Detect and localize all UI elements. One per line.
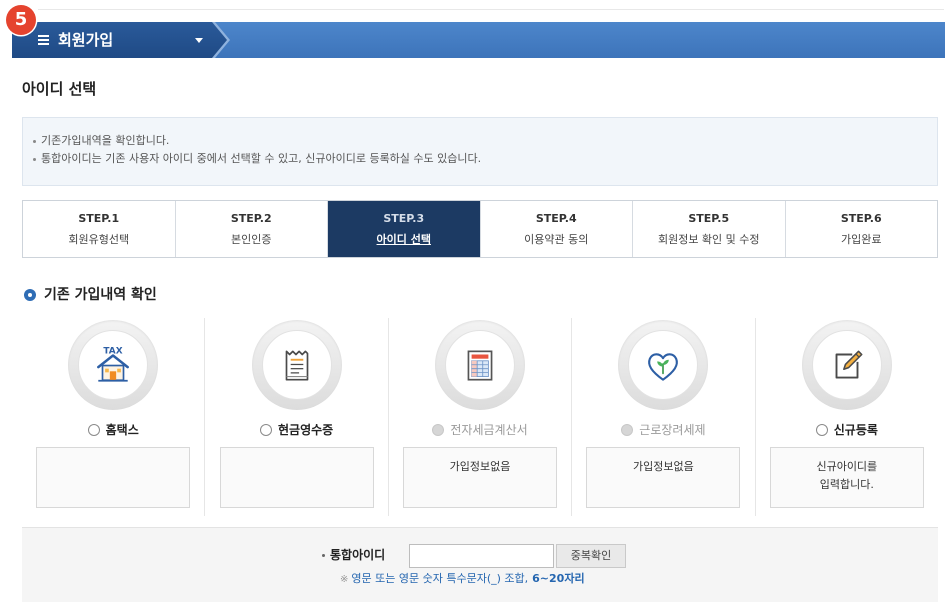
service-option-new-registration[interactable]: 신규등록 [756, 422, 938, 438]
section-bullet-icon [24, 289, 36, 301]
integrated-id-form: 통합아이디 중복확인 ※ 영문 또는 영문 숫자 특수문자(_) 조합, 6~20자… [22, 527, 938, 602]
service-icon-ring [435, 320, 526, 410]
step-2: STEP.2 본인인증 [174, 201, 328, 257]
join-history-text: 입력합니다. [819, 478, 874, 491]
step-number: STEP.6 [840, 212, 882, 225]
menu-header-bar: 회원가입 [12, 22, 945, 58]
service-option-cash-receipt[interactable]: 현금영수증 [205, 422, 387, 438]
join-history-box: 신규아이디를 입력합니다. [769, 447, 924, 508]
service-name[interactable]: 홈택스 [106, 422, 139, 438]
section-title: 기존 가입내역 확인 [44, 287, 157, 303]
join-history-box [219, 447, 374, 508]
header-title[interactable]: 회원가입 [58, 22, 113, 58]
step-6: STEP.6 가입완료 [784, 201, 938, 257]
receipt-icon [285, 350, 308, 381]
step-label: 본인인증 [231, 233, 272, 246]
step-5: STEP.5 회원정보 확인 및 수정 [632, 201, 785, 257]
integrated-id-input[interactable] [409, 544, 554, 568]
join-history-text: 신규아이디를 [816, 460, 878, 473]
join-history-box [36, 447, 191, 508]
note-mark: ※ [340, 574, 349, 585]
step-number: STEP.4 [535, 212, 577, 225]
step-4: STEP.4 이용약관 동의 [479, 201, 633, 257]
radio-new-registration[interactable] [815, 424, 828, 436]
note-text: 영문 또는 영문 숫자 특수문자(_) 조합, [351, 572, 529, 585]
id-rule-note: ※ 영문 또는 영문 숫자 특수문자(_) 조합, 6~20자리 [340, 572, 585, 587]
service-name[interactable]: 현금영수증 [278, 422, 333, 438]
tax-invoice-icon [467, 350, 493, 381]
service-icon-circle [628, 330, 699, 400]
service-option-earned-income-credit: 근로장려세제 [572, 422, 754, 438]
step-number: STEP.2 [230, 212, 272, 225]
service-icon-circle [811, 330, 882, 400]
integrated-id-label: 통합아이디 [322, 547, 385, 563]
service-name: 전자세금계산서 [450, 423, 528, 437]
service-icon-ring [801, 320, 892, 410]
join-history-text: 가입정보없음 [449, 460, 511, 473]
service-hometax: TAX 홈택스 [22, 318, 204, 516]
join-history-list: TAX 홈택스 현금영수증 전자세금계산서 가입정보없음 근로장려세제 가입정보… [22, 318, 938, 516]
service-icon-circle: TAX [78, 330, 149, 400]
step-label: 이용약관 동의 [524, 233, 589, 246]
service-name[interactable]: 신규등록 [834, 422, 878, 438]
signup-steps: STEP.1 회원유형선택 STEP.2 본인인증 STEP.3 아이디 선택 … [22, 200, 938, 258]
step-number-badge: 5 [6, 5, 36, 35]
step-3: STEP.3 아이디 선택 [327, 201, 480, 257]
signup-menu-tab[interactable]: 회원가입 [12, 22, 227, 58]
service-option-hometax[interactable]: 홈택스 [22, 422, 204, 438]
step-number: STEP.5 [688, 212, 730, 225]
join-history-box: 가입정보없음 [586, 447, 741, 508]
service-icon-circle [445, 330, 516, 400]
radio-hometax[interactable] [87, 424, 100, 436]
note-length-rule: 6~20자리 [532, 572, 585, 585]
house-tax-icon: TAX [97, 346, 130, 382]
service-cash-receipt: 현금영수증 [204, 318, 387, 516]
edit-icon [835, 350, 863, 379]
radio-cash-receipt[interactable] [260, 424, 272, 436]
page-title: 아이디 선택 [22, 80, 97, 98]
info-line: 통합아이디는 기존 사용자 아이디 중에서 선택할 수 있고, 신규아이디로 등… [33, 150, 937, 168]
info-line: 기존가입내역을 확인합니다. [33, 132, 937, 150]
service-option-e-tax-invoice: 전자세금계산서 [389, 422, 571, 438]
step-label: 회원정보 확인 및 수정 [657, 233, 760, 246]
service-icon-ring: TAX [68, 320, 159, 410]
service-e-tax-invoice: 전자세금계산서 가입정보없음 [387, 318, 571, 516]
menu-icon[interactable] [38, 35, 49, 37]
info-box: 기존가입내역을 확인합니다. 통합아이디는 기존 사용자 아이디 중에서 선택할… [22, 117, 938, 186]
duplicate-check-button[interactable]: 중복확인 [556, 544, 626, 568]
section-heading: 기존 가입내역 확인 [24, 286, 324, 304]
step-number: STEP.3 [383, 212, 425, 225]
step-label: 회원유형선택 [68, 233, 130, 246]
join-history-text: 가입정보없음 [633, 460, 694, 473]
step-label: 아이디 선택 [376, 233, 431, 246]
radio-earned-income-credit [621, 424, 634, 436]
caret-down-icon[interactable] [195, 38, 203, 43]
join-history-box: 가입정보없음 [403, 447, 558, 508]
service-new-registration: 신규등록 신규아이디를 입력합니다. [754, 318, 938, 516]
service-icon-ring [251, 320, 342, 410]
heart-sprout-icon [648, 353, 679, 381]
service-name: 근로장려세제 [639, 423, 706, 437]
step-1: STEP.1 회원유형선택 [23, 201, 175, 257]
service-icon-ring [618, 320, 709, 410]
radio-e-tax-invoice [432, 424, 445, 436]
step-number: STEP.1 [78, 212, 120, 225]
step-label: 가입완료 [841, 233, 882, 246]
service-icon-circle [261, 330, 332, 400]
service-earned-income-credit: 근로장려세제 가입정보없음 [571, 318, 754, 516]
top-divider [38, 9, 944, 10]
